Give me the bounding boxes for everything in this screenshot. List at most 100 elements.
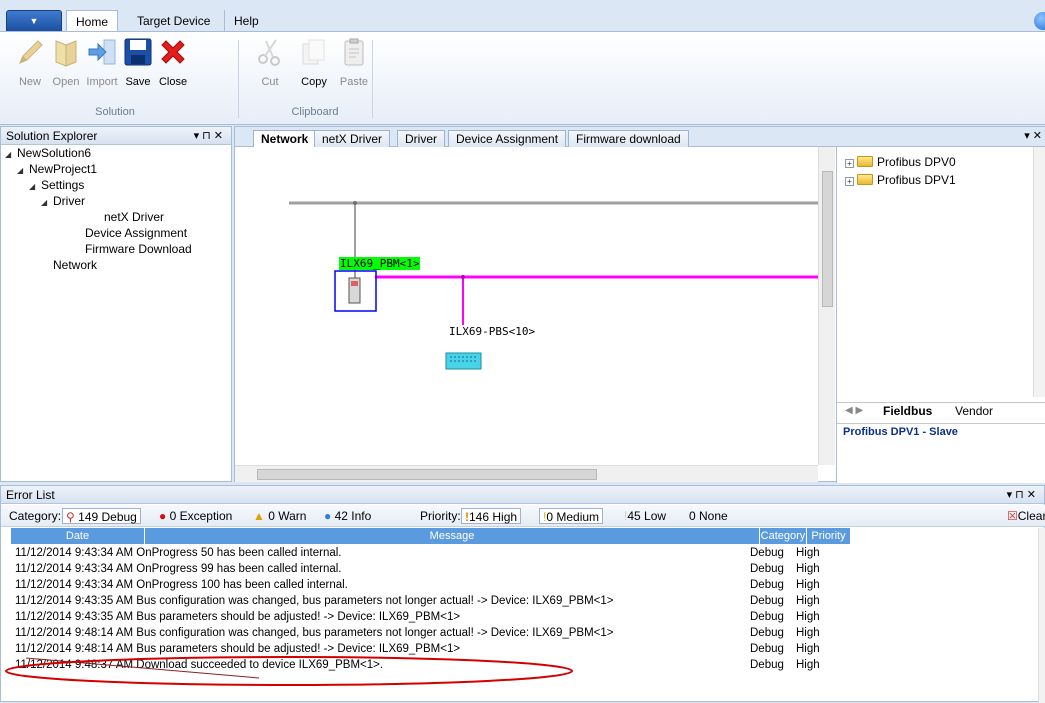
expand-plus-icon[interactable]: + (845, 159, 854, 168)
tab-driver[interactable]: Driver (397, 130, 445, 147)
scrollbar-thumb[interactable] (257, 469, 597, 480)
column-header-message[interactable]: Message (145, 528, 760, 544)
panel-pin-controls[interactable]: ▾ ⊓ ✕ (1007, 486, 1036, 504)
filter-debug-label: 149 Debug (78, 510, 137, 524)
tree-node-label: Driver (53, 194, 85, 208)
tab-fieldbus[interactable]: Fieldbus (883, 404, 932, 418)
tree-node-label: netX Driver (104, 210, 165, 224)
row-category: Debug (750, 579, 784, 591)
filter-debug-button[interactable]: ⚲ 149 Debug (62, 508, 141, 524)
tree-node-network[interactable]: Network (53, 258, 97, 272)
red-highlight-ellipse (5, 656, 573, 686)
panel-title: Solution Explorer ▾ ⊓ ✕ (1, 127, 231, 145)
import-arrow-icon (88, 39, 116, 65)
filter-medium-button[interactable]: !0 Medium (539, 508, 604, 524)
column-header-date[interactable]: Date (11, 528, 145, 544)
copy-button[interactable]: Copy (296, 36, 332, 90)
filter-exception-button[interactable]: ● 0 Exception (156, 508, 235, 524)
dropdown-arrow-icon: ▼ (29, 16, 39, 26)
filter-exception-label: 0 Exception (169, 509, 233, 523)
panel-title-text: Solution Explorer (6, 129, 98, 143)
filter-low-button[interactable]: !45 Low (621, 508, 669, 524)
tab-device-assignment[interactable]: Device Assignment (448, 130, 567, 147)
row-priority: High (796, 563, 820, 575)
tree-node-firmware-download[interactable]: Firmware Download (85, 242, 192, 256)
document-tab-strip: Network netX Driver Driver Device Assign… (235, 127, 1045, 148)
row-priority: High (796, 547, 820, 559)
filter-info-label: 42 Info (334, 509, 372, 523)
clear-label: Clear (1017, 509, 1045, 523)
tree-node-project[interactable]: ◢ NewProject1 (17, 162, 97, 176)
group-label-solution: Solution (95, 106, 135, 118)
tab-home[interactable]: Home (66, 10, 119, 32)
group-label-clipboard: Clipboard (291, 106, 339, 118)
filter-low-label: 45 Low (627, 509, 667, 523)
row-category: Debug (750, 611, 784, 623)
ribbon: New Open Import Save Close Solution Cut … (0, 32, 1045, 125)
tab-vendor[interactable]: Vendor (955, 404, 993, 418)
floppy-disk-icon (124, 38, 152, 66)
tab-firmware-download[interactable]: Firmware download (568, 130, 689, 147)
error-list-toolbar: Category: ⚲ 149 Debug ● 0 Exception ▲ 0 … (1, 505, 1045, 527)
paste-button[interactable]: Paste (336, 36, 372, 90)
solution-explorer-panel: Solution Explorer ▾ ⊓ ✕ ◢ NewSolution6 ◢ N… (0, 126, 232, 482)
filter-info-button[interactable]: ● 42 Info (321, 508, 374, 524)
tree-node-driver[interactable]: ◢ Driver (41, 194, 85, 208)
application-menu-button[interactable]: ▼ (6, 10, 62, 32)
bus-junction (353, 201, 357, 205)
row-message: 11/12/2014 9:43:34 AM OnProgress 100 has… (15, 579, 348, 591)
error-list-scrollbar[interactable] (1038, 528, 1045, 703)
tree-node-label: Settings (41, 178, 85, 192)
tab-scroll-arrows-icon[interactable]: ◀ ▶ (845, 405, 863, 416)
filter-high-button[interactable]: !146 High (461, 508, 522, 524)
master-device-label[interactable]: ILX69_PBM<1> (339, 257, 421, 270)
column-header-category[interactable]: Category (760, 528, 807, 544)
exception-icon: ● (159, 509, 167, 523)
scissors-icon (258, 39, 280, 66)
expand-plus-icon[interactable]: + (845, 177, 854, 186)
new-button[interactable]: New (12, 36, 48, 90)
scrollbar-thumb[interactable] (822, 171, 833, 307)
group-separator (238, 40, 239, 118)
master-device-led (351, 281, 358, 286)
group-separator (372, 40, 373, 118)
open-folder-icon (55, 40, 77, 67)
row-message: 11/12/2014 9:43:35 AM Bus configuration … (15, 595, 614, 607)
cut-button[interactable]: Cut (252, 36, 288, 90)
tree-node-settings[interactable]: ◢ Settings (29, 178, 84, 192)
catalog-scrollbar[interactable] (1033, 147, 1045, 397)
filter-none-button[interactable]: 0 None (686, 508, 731, 524)
row-message: 11/12/2014 9:43:34 AM OnProgress 99 has … (15, 563, 342, 575)
tab-target-device[interactable]: Target Device (128, 10, 219, 32)
row-category: Debug (750, 563, 784, 575)
tree-node-device-assignment[interactable]: Device Assignment (85, 226, 187, 240)
row-message: 11/12/2014 9:48:14 AM Bus configuration … (15, 627, 614, 639)
tab-network[interactable]: Network (253, 130, 317, 148)
expanded-triangle-icon: ◢ (41, 198, 48, 207)
catalog-item-profibus-dpv1[interactable]: + Profibus DPV1 (845, 173, 956, 187)
tree-node-netx-driver[interactable]: netX Driver (104, 210, 164, 224)
slave-device-label[interactable]: ILX69-PBS<10> (449, 325, 535, 338)
row-priority: High (796, 595, 820, 607)
tab-netx-driver[interactable]: netX Driver (314, 130, 391, 147)
import-button[interactable]: Import (84, 36, 120, 90)
row-category: Debug (750, 547, 784, 559)
strikethrough-annotation (25, 657, 260, 679)
tab-help[interactable]: Help (224, 10, 268, 32)
filter-warn-button[interactable]: ▲ 0 Warn (250, 508, 309, 524)
network-canvas[interactable]: ILX69_PBM<1> ILX69-PBS<10> (235, 147, 818, 465)
canvas-vertical-scrollbar[interactable] (818, 147, 835, 465)
save-button[interactable]: Save (120, 36, 156, 90)
tree-node-solution[interactable]: ◢ NewSolution6 (5, 146, 91, 160)
close-button[interactable]: Close (155, 36, 191, 90)
row-category: Debug (750, 627, 784, 639)
network-diagram (289, 201, 818, 370)
panel-pin-controls[interactable]: ▾ ⊓ ✕ (194, 127, 223, 145)
tab-overflow-menu-icon[interactable]: ▾ ✕ (1024, 129, 1042, 142)
catalog-item-profibus-dpv0[interactable]: + Profibus DPV0 (845, 155, 956, 169)
column-header-priority[interactable]: Priority (807, 528, 851, 544)
clear-button[interactable]: ☒Clear (1004, 508, 1045, 524)
open-button[interactable]: Open (48, 36, 84, 90)
canvas-horizontal-scrollbar[interactable] (235, 465, 818, 482)
help-orb-icon[interactable] (1034, 12, 1045, 30)
